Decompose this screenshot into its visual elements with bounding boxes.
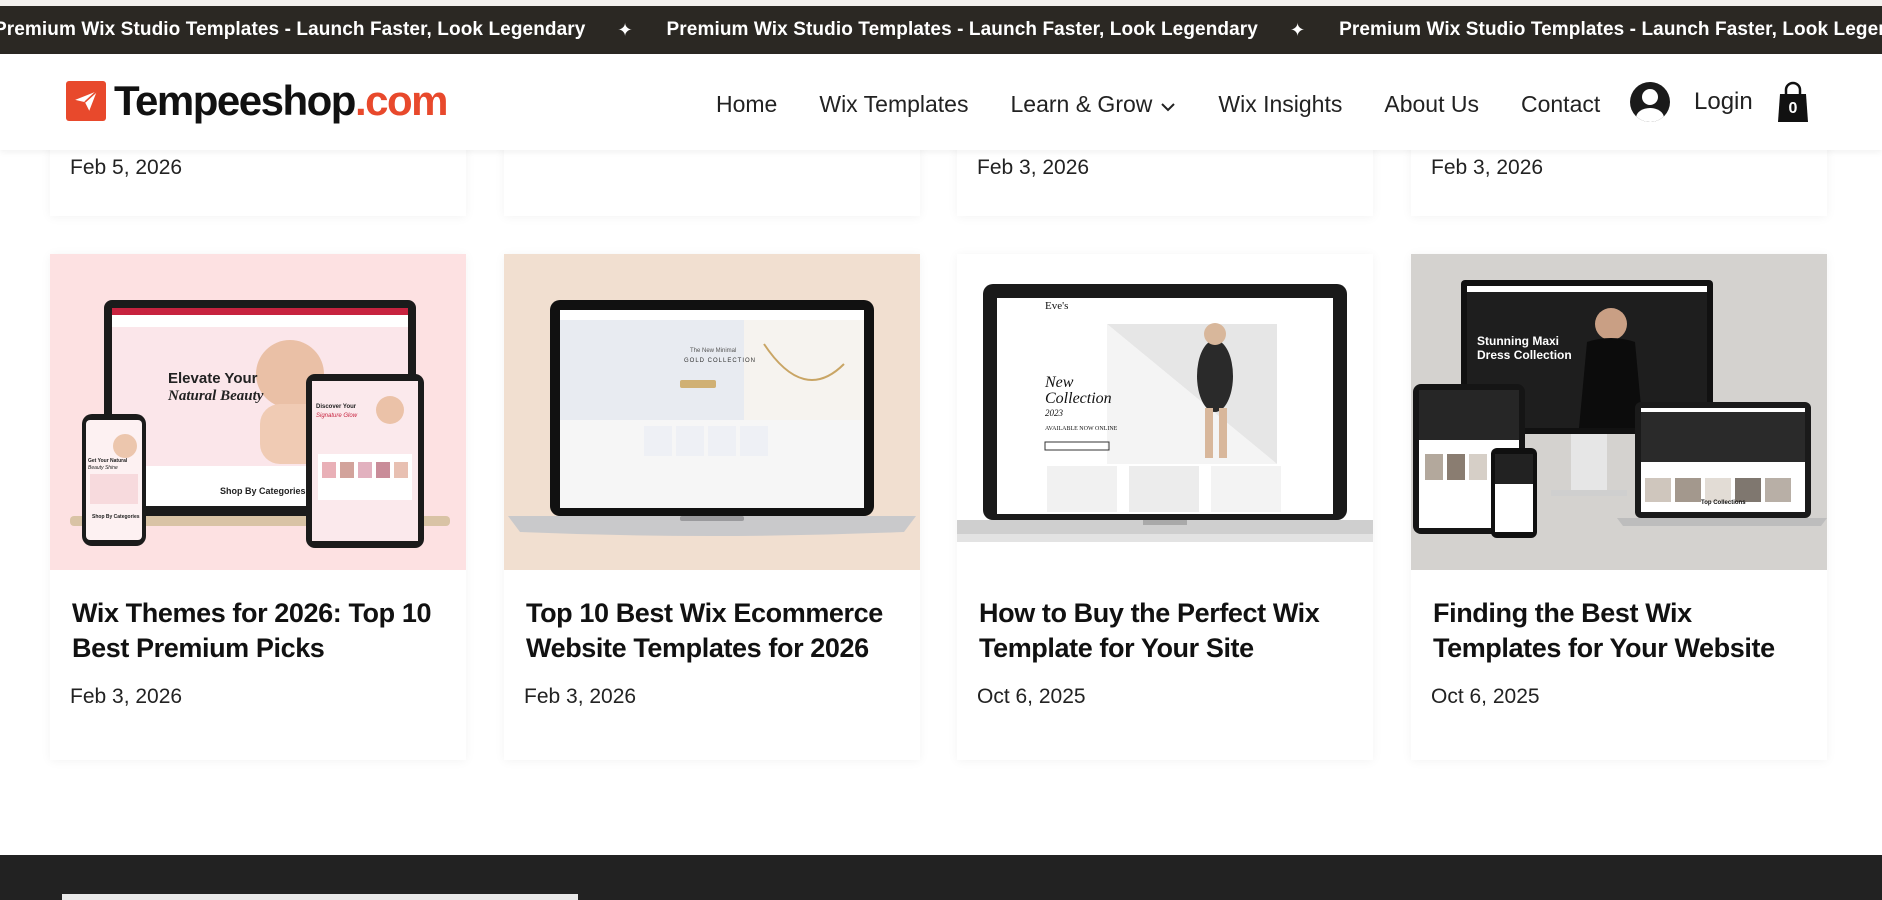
mockup-headline: Stunning Maxi bbox=[1477, 334, 1559, 348]
mockup-headline: Discover Your bbox=[316, 404, 357, 410]
mockup-headline: Dress Collection bbox=[1477, 348, 1572, 362]
post-title[interactable]: How to Buy the Perfect Wix Template for … bbox=[979, 596, 1359, 666]
mockup-headline: Signature Glow bbox=[316, 413, 358, 419]
nav-about-us[interactable]: About Us bbox=[1384, 91, 1479, 118]
post-date: Oct 6, 2025 bbox=[977, 685, 1086, 708]
nav-wix-templates[interactable]: Wix Templates bbox=[819, 91, 968, 118]
post-thumbnail[interactable]: CERLA Elevate Your Natural Beauty Shop B… bbox=[50, 254, 466, 570]
ticker-item: Premium Wix Studio Templates - Launch Fa… bbox=[666, 19, 1258, 40]
post-date: Feb 3, 2026 bbox=[524, 685, 637, 708]
post-date: Feb 3, 2026 bbox=[70, 685, 183, 708]
post-date: Feb 3, 2026 bbox=[1431, 156, 1544, 179]
mockup-headline: Natural Beauty bbox=[168, 388, 264, 404]
mockup-small-text: The New Minimal bbox=[690, 348, 737, 354]
laptop-mockup-image bbox=[508, 300, 916, 536]
logo-domain: .com bbox=[354, 77, 449, 124]
login-link[interactable]: Login bbox=[1694, 88, 1753, 116]
post-thumbnail[interactable]: Eve's New Collection 2023 AVAILABLE NOW … bbox=[957, 254, 1373, 570]
nav-learn-grow-label: Learn & Grow bbox=[1010, 90, 1153, 117]
mockup-headline: GOLD COLLECTION bbox=[684, 358, 757, 364]
login-area[interactable]: Login bbox=[1630, 82, 1753, 122]
laptop-mockup-image bbox=[957, 284, 1373, 542]
mockup-available: AVAILABLE NOW ONLINE bbox=[1045, 426, 1118, 432]
sparkle-icon: ✦ bbox=[1289, 19, 1306, 40]
ticker-item: Premium Wix Studio Templates - Launch Fa… bbox=[0, 19, 586, 40]
post-thumbnail[interactable]: Stunning Maxi Dress Collection Top Colle… bbox=[1411, 254, 1827, 570]
mockup-headline: Collection bbox=[1045, 390, 1112, 407]
announcement-ticker: Premium Wix Studio Templates - Launch Fa… bbox=[0, 0, 1882, 54]
blog-card[interactable]: CERLA Elevate Your Natural Beauty Shop B… bbox=[50, 254, 466, 760]
logo-text: Tempeeshop.com bbox=[114, 77, 449, 124]
chevron-down-icon bbox=[1160, 91, 1176, 118]
devices-mockup-image bbox=[1413, 280, 1827, 538]
mockup-brand: CERLA bbox=[124, 310, 149, 317]
mockup-brand: Eve's bbox=[1045, 300, 1069, 312]
mockup-subheading: Shop By Categories bbox=[220, 486, 306, 496]
main-nav: Home Wix Templates Learn & Grow Wix Insi… bbox=[716, 88, 1642, 120]
post-date: Oct 6, 2025 bbox=[1431, 685, 1540, 708]
logo-main: Tempeeshop bbox=[114, 77, 356, 124]
mockup-headline: Beauty Shine bbox=[88, 465, 118, 471]
site-footer bbox=[0, 855, 1882, 900]
cart-button[interactable]: 0 bbox=[1776, 80, 1810, 124]
ticker-track: Premium Wix Studio Templates - Launch Fa… bbox=[0, 6, 1882, 54]
mockup-headline: Get Your Natural bbox=[88, 458, 128, 464]
nav-home[interactable]: Home bbox=[716, 91, 777, 118]
ticker-item: Premium Wix Studio Templates - Launch Fa… bbox=[1339, 19, 1882, 40]
blog-card[interactable]: Eve's New Collection 2023 AVAILABLE NOW … bbox=[957, 254, 1373, 760]
nav-contact[interactable]: Contact bbox=[1521, 91, 1600, 118]
nav-wix-insights[interactable]: Wix Insights bbox=[1218, 91, 1342, 118]
post-title[interactable]: Finding the Best Wix Templates for Your … bbox=[1433, 596, 1813, 666]
user-avatar-icon[interactable] bbox=[1630, 82, 1670, 122]
mockup-year: 2023 bbox=[1045, 408, 1063, 418]
blog-card[interactable]: The New Minimal GOLD COLLECTION Top 10 B… bbox=[504, 254, 920, 760]
devices-mockup-image bbox=[70, 300, 450, 548]
blog-card[interactable]: Stunning Maxi Dress Collection Top Colle… bbox=[1411, 254, 1827, 760]
mockup-headline: Elevate Your bbox=[168, 370, 258, 387]
cart-count: 0 bbox=[1788, 100, 1798, 117]
post-title[interactable]: Top 10 Best Wix Ecommerce Website Templa… bbox=[526, 596, 906, 666]
paper-plane-icon bbox=[66, 81, 106, 121]
site-header: Tempeeshop.com Home Wix Templates Learn … bbox=[0, 54, 1882, 150]
mockup-subheading: Top Collections bbox=[1701, 500, 1746, 506]
post-title[interactable]: Wix Themes for 2026: Top 10 Best Premium… bbox=[72, 596, 452, 666]
post-date: Feb 3, 2026 bbox=[977, 156, 1090, 179]
footer-divider bbox=[62, 894, 578, 900]
mockup-subheading: Shop By Categories bbox=[92, 514, 140, 520]
nav-learn-grow[interactable]: Learn & Grow bbox=[1010, 91, 1176, 118]
site-logo[interactable]: Tempeeshop.com bbox=[66, 77, 449, 124]
post-date: Feb 5, 2026 bbox=[70, 156, 183, 179]
post-thumbnail[interactable]: The New Minimal GOLD COLLECTION bbox=[504, 254, 920, 570]
sparkle-icon: ✦ bbox=[617, 19, 633, 40]
